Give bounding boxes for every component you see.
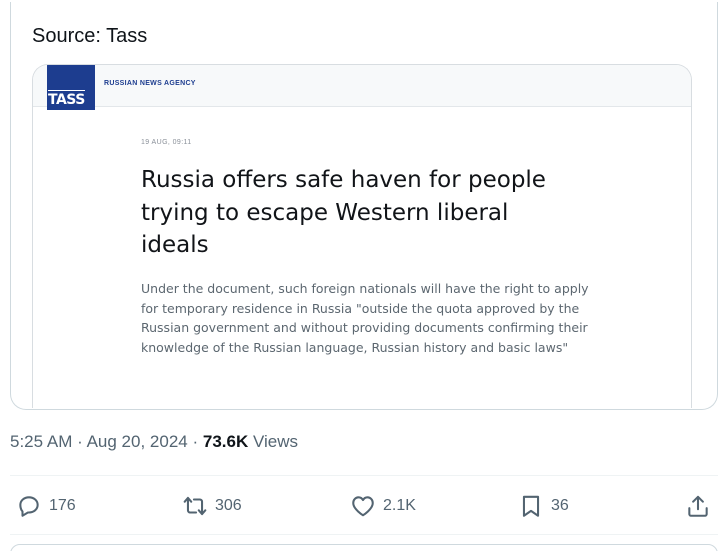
tweet-time[interactable]: 5:25 AM bbox=[10, 432, 72, 451]
share-icon bbox=[688, 495, 708, 517]
views-count: 73.6K bbox=[202, 432, 249, 451]
views-label: Views bbox=[252, 432, 299, 451]
tweet-meta: 5:25 AM · Aug 20, 2024 · 73.6K Views bbox=[10, 432, 298, 452]
tass-logo: TASS bbox=[47, 65, 95, 110]
bookmark-icon bbox=[522, 495, 540, 517]
share-button[interactable] bbox=[685, 492, 711, 520]
reply-icon bbox=[19, 496, 39, 517]
article-dateline: 19 AUG, 09:11 bbox=[141, 139, 192, 146]
article-lede: Under the document, such foreign nationa… bbox=[141, 281, 589, 355]
tass-logo-text: TASS bbox=[48, 90, 85, 108]
divider bbox=[10, 534, 718, 535]
article-header: TASS RUSSIAN NEWS AGENCY bbox=[33, 65, 691, 110]
post-text: Source: Tass bbox=[32, 25, 148, 47]
article-preview[interactable]: TASS RUSSIAN NEWS AGENCY 19 AUG, 09:11 R… bbox=[32, 64, 692, 408]
tweet-date[interactable]: Aug 20, 2024 bbox=[87, 432, 188, 451]
repost-icon bbox=[183, 496, 207, 516]
repost-count: 306 bbox=[215, 497, 242, 514]
heart-icon bbox=[352, 496, 374, 517]
reply-count: 176 bbox=[49, 497, 76, 514]
like-button[interactable]: 2.1K bbox=[350, 492, 416, 520]
meta-separator: · bbox=[77, 432, 83, 451]
agency-label: RUSSIAN NEWS AGENCY bbox=[104, 80, 196, 87]
divider bbox=[10, 475, 718, 476]
bookmark-count: 36 bbox=[551, 497, 569, 514]
bookmark-button[interactable]: 36 bbox=[518, 492, 569, 520]
repost-button[interactable]: 306 bbox=[182, 492, 242, 520]
next-card-edge bbox=[10, 544, 718, 551]
action-bar: 176 306 2.1K 36 bbox=[10, 480, 718, 532]
like-count: 2.1K bbox=[383, 497, 416, 514]
reply-button[interactable]: 176 bbox=[16, 492, 76, 520]
article-headline: Russia offers safe haven for people tryi… bbox=[141, 167, 546, 258]
meta-separator: · bbox=[192, 432, 199, 451]
